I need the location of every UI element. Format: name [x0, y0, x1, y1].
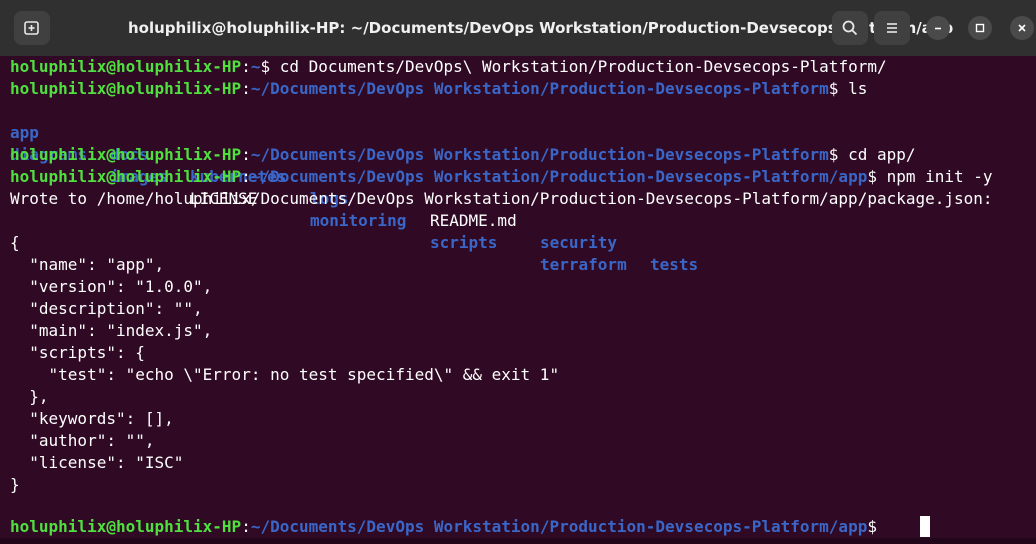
json-output-line: "version": "1.0.0",	[10, 277, 213, 296]
json-output-line: {	[10, 233, 20, 252]
prompt-path: ~/Documents/DevOps Workstation/Productio…	[250, 79, 829, 98]
json-output-line: "test": "echo \"Error: no test specified…	[10, 365, 560, 384]
prompt-user: holuphilix@holuphilix-HP	[10, 145, 242, 164]
prompt-separator: :	[241, 167, 251, 186]
hamburger-menu-icon	[887, 23, 897, 33]
prompt-separator: :	[241, 79, 251, 98]
prompt-separator: :	[241, 57, 251, 76]
terminal-output-area[interactable]: holuphilix@holuphilix-HP:~$ cd Documents…	[0, 56, 1036, 544]
close-icon	[1018, 24, 1026, 32]
ls-entry-dir: scripts	[430, 233, 498, 252]
command-text: npm init -y	[886, 167, 993, 186]
prompt-line: holuphilix@holuphilix-HP:~/Documents/Dev…	[10, 78, 867, 100]
prompt-dollar: $	[828, 79, 849, 98]
new-tab-icon	[24, 21, 39, 35]
prompt-line: holuphilix@holuphilix-HP:~$ cd Documents…	[10, 56, 887, 78]
ls-entry-dir: monitoring	[310, 211, 407, 230]
json-output-line: },	[10, 387, 49, 406]
prompt-dollar: $	[867, 517, 887, 536]
json-output-line: "keywords": [],	[10, 409, 174, 428]
ls-entry-file: README.md	[430, 211, 517, 230]
json-output-line: "license": "ISC"	[10, 453, 184, 472]
new-tab-button[interactable]	[14, 11, 50, 45]
command-text: ls	[848, 79, 868, 98]
menu-button[interactable]	[874, 11, 910, 45]
json-output-line: "author": "",	[10, 431, 155, 450]
json-output-line: "name": "app",	[10, 255, 165, 274]
prompt-user: holuphilix@holuphilix-HP	[10, 517, 242, 536]
ls-entry-dir: tests	[650, 255, 699, 274]
json-output-line: }	[10, 475, 20, 494]
json-output-line: "description": "",	[10, 299, 203, 318]
text-cursor	[920, 516, 930, 537]
prompt-user: holuphilix@holuphilix-HP	[10, 167, 242, 186]
prompt-dollar: $	[828, 145, 849, 164]
prompt-separator: :	[241, 517, 251, 536]
prompt-path: ~/Documents/DevOps Workstation/Productio…	[250, 517, 868, 536]
close-button[interactable]	[1010, 16, 1034, 40]
prompt-path: ~/Documents/DevOps Workstation/Productio…	[250, 145, 829, 164]
search-icon	[842, 20, 858, 36]
ls-output-row: app docs kubernetes logs README.md secur…	[10, 100, 698, 274]
prompt-line: holuphilix@holuphilix-HP:~/Documents/Dev…	[10, 516, 887, 538]
command-text: cd Documents/DevOps\ Workstation/Product…	[279, 57, 887, 76]
ls-entry-dir: security	[540, 233, 618, 252]
prompt-path: ~/Documents/DevOps Workstation/Productio…	[250, 167, 868, 186]
output-line: Wrote to /home/holuphilix/Documents/DevO…	[10, 189, 993, 208]
terminal-window: holuphilix@holuphilix-HP: ~/Documents/De…	[0, 0, 1036, 544]
prompt-line: holuphilix@holuphilix-HP:~/Documents/Dev…	[10, 166, 993, 188]
minimize-icon	[935, 27, 941, 30]
command-text: cd app/	[848, 145, 916, 164]
search-button[interactable]	[832, 11, 868, 45]
minimize-button[interactable]	[926, 16, 950, 40]
title-bar[interactable]: holuphilix@holuphilix-HP: ~/Documents/De…	[0, 0, 1036, 56]
prompt-dollar: $	[260, 57, 280, 76]
prompt-user: holuphilix@holuphilix-HP	[10, 57, 242, 76]
prompt-user: holuphilix@holuphilix-HP	[10, 79, 242, 98]
prompt-line: holuphilix@holuphilix-HP:~/Documents/Dev…	[10, 144, 916, 166]
maximize-icon	[975, 23, 985, 33]
background-strip	[0, 538, 1036, 544]
ls-output-row: diagrams images LICENSE monitoring scrip…	[10, 122, 627, 274]
json-output-line: "main": "index.js",	[10, 321, 213, 340]
ls-entry-dir: terraform	[540, 255, 627, 274]
prompt-dollar: $	[867, 167, 887, 186]
maximize-button[interactable]	[968, 16, 992, 40]
window-title: holuphilix@holuphilix-HP: ~/Documents/De…	[128, 19, 954, 37]
prompt-separator: :	[241, 145, 251, 164]
json-output-line: "scripts": {	[10, 343, 145, 362]
